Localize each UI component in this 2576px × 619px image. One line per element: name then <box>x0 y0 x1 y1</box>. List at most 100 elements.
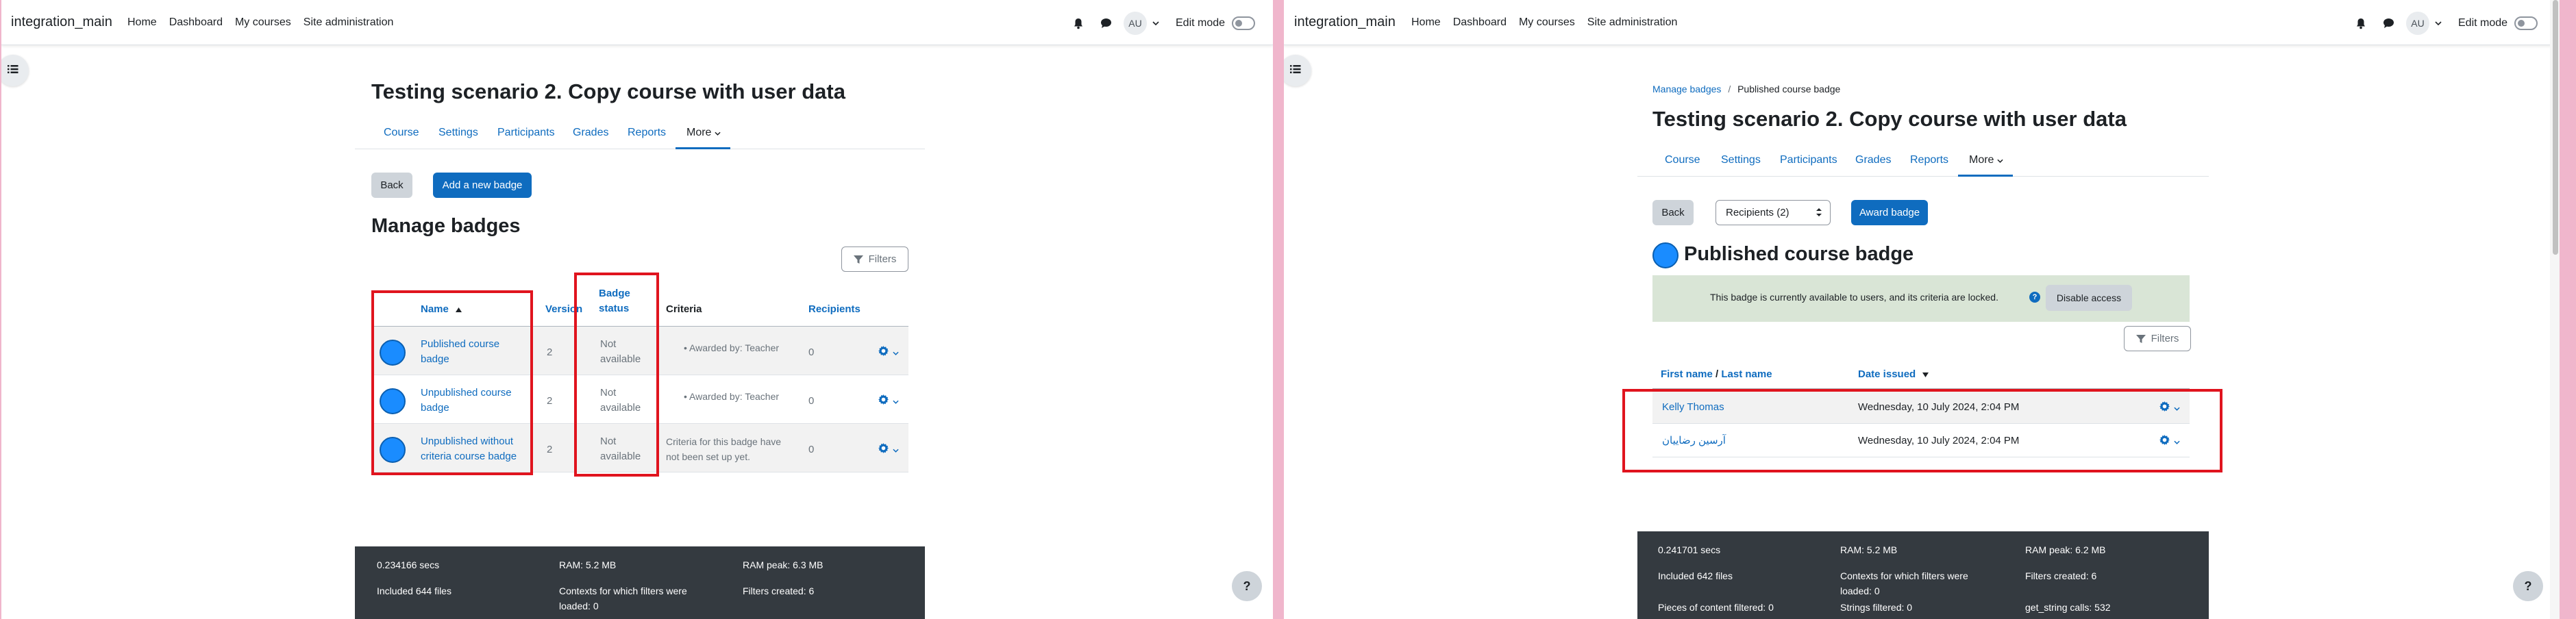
badge-status-alert: This badge is currently available to use… <box>1652 275 2190 322</box>
back-button[interactable]: Back <box>1652 200 1694 225</box>
site-brand[interactable]: integration_main <box>11 14 112 30</box>
tab-more[interactable]: More <box>1969 154 2003 166</box>
footer-ram-peak: RAM peak: 6.3 MB <box>743 559 823 570</box>
award-badge-button[interactable]: Award badge <box>1851 200 1928 225</box>
badge-recipients-count: 0 <box>808 395 815 407</box>
messages-chat-icon[interactable] <box>1095 12 1117 34</box>
footer-strings-filtered: Strings filtered: 0 <box>1840 602 1913 613</box>
filter-funnel-icon <box>853 255 863 264</box>
nav-site-administration[interactable]: Site administration <box>304 16 394 29</box>
edit-mode-label: Edit mode <box>2458 17 2508 29</box>
footer-ram-peak: RAM peak: 6.2 MB <box>2025 544 2106 555</box>
nav-my-courses[interactable]: My courses <box>1519 16 1575 29</box>
badge-name-link[interactable]: Published course badge <box>421 337 499 367</box>
badge-name-link[interactable]: Unpublished without criteria course badge <box>421 434 517 464</box>
active-tab-indicator <box>676 147 730 149</box>
footer-filters-created: Filters created: 6 <box>743 585 815 596</box>
user-avatar[interactable]: AU <box>2406 12 2429 35</box>
footer-pieces-filtered: Pieces of content filtered: 0 <box>1658 602 1774 613</box>
row-actions-menu[interactable] <box>878 346 899 359</box>
row-actions-menu[interactable] <box>2159 401 2180 415</box>
help-button[interactable]: ? <box>2513 571 2543 601</box>
col-header-name[interactable]: Name <box>421 302 462 317</box>
tab-settings[interactable]: Settings <box>438 127 478 139</box>
filters-button[interactable]: Filters <box>841 247 908 272</box>
recipient-name-link[interactable]: آرسین رضاییان <box>1662 433 1726 449</box>
tab-more[interactable]: More <box>686 127 721 139</box>
footer-contexts: Contexts for which filters were loaded: 0 <box>559 585 687 611</box>
course-secondary-navigation: Course Settings Participants Grades Repo… <box>1637 145 2209 177</box>
tab-reports[interactable]: Reports <box>628 127 666 139</box>
badge-image <box>1652 242 1679 268</box>
col-header-version[interactable]: Version <box>545 302 582 317</box>
recipients-select[interactable]: Recipients (2) <box>1716 200 1831 225</box>
tab-participants[interactable]: Participants <box>497 127 555 139</box>
tab-course[interactable]: Course <box>384 127 419 139</box>
list-icon <box>8 64 18 77</box>
footer-filters-created: Filters created: 6 <box>2025 570 2097 581</box>
filters-label: Filters <box>2151 333 2179 344</box>
badge-version: 2 <box>547 444 553 455</box>
col-header-criteria: Criteria <box>666 303 702 315</box>
tab-grades[interactable]: Grades <box>1855 154 1891 166</box>
help-info-icon[interactable]: ? <box>2029 292 2040 303</box>
chevron-down-icon[interactable] <box>2435 21 2442 25</box>
sort-first-name[interactable]: First name <box>1661 368 1713 380</box>
scrollbar-thumb[interactable] <box>2553 0 2558 255</box>
footer-secs: 0.241701 secs <box>1658 544 1721 555</box>
course-index-drawer-toggle[interactable] <box>1 55 29 86</box>
tab-participants[interactable]: Participants <box>1780 154 1837 166</box>
col-header-recipients[interactable]: Recipients <box>808 302 860 317</box>
badge-name-link[interactable]: Unpublished course badge <box>421 386 512 416</box>
badge-status: Not available <box>600 338 641 365</box>
messages-chat-icon[interactable] <box>2377 12 2399 34</box>
badge-criteria: • Awarded by: Teacher <box>684 391 780 402</box>
tab-course[interactable]: Course <box>1665 154 1700 166</box>
col-header-name[interactable]: First name / Last name <box>1661 367 1772 382</box>
filters-button[interactable]: Filters <box>2124 326 2191 351</box>
nav-home[interactable]: Home <box>1411 16 1441 29</box>
col-header-date-issued[interactable]: Date issued <box>1858 367 1929 382</box>
tab-grades[interactable]: Grades <box>573 127 608 139</box>
sort-last-name[interactable]: Last name <box>1721 368 1772 380</box>
footer-files: Included 642 files <box>1658 570 1733 581</box>
footer-get-string-calls: get_string calls: 532 <box>2025 602 2111 613</box>
date-issued: Wednesday, 10 July 2024, 2:04 PM <box>1858 435 2020 446</box>
nav-dashboard[interactable]: Dashboard <box>169 16 223 29</box>
breadcrumb-manage-badges[interactable]: Manage badges <box>1652 84 1721 94</box>
nav-dashboard[interactable]: Dashboard <box>1453 16 1507 29</box>
chevron-down-icon <box>2174 435 2180 448</box>
filters-label: Filters <box>868 253 897 265</box>
recipient-name-link[interactable]: Kelly Thomas <box>1662 400 1724 415</box>
page-scrollbar[interactable] <box>2550 0 2560 619</box>
site-brand[interactable]: integration_main <box>1294 14 1396 30</box>
help-button[interactable]: ? <box>1232 571 1262 601</box>
tab-reports[interactable]: Reports <box>1910 154 1948 166</box>
back-button[interactable]: Back <box>371 173 412 198</box>
chevron-down-icon[interactable] <box>1152 21 1159 25</box>
row-actions-menu[interactable] <box>878 443 899 457</box>
disable-access-button[interactable]: Disable access <box>2046 285 2132 311</box>
edit-mode-toggle[interactable] <box>2514 16 2538 30</box>
nav-my-courses[interactable]: My courses <box>235 16 291 29</box>
row-actions-menu[interactable] <box>2159 435 2180 449</box>
edit-mode-toggle[interactable] <box>1232 16 1256 30</box>
row-divider <box>1652 423 2190 424</box>
tab-settings[interactable]: Settings <box>1721 154 1761 166</box>
user-avatar[interactable]: AU <box>1124 12 1147 35</box>
chevron-down-icon <box>893 444 899 456</box>
course-index-drawer-toggle[interactable] <box>1284 55 1311 86</box>
nav-site-administration[interactable]: Site administration <box>1587 16 1678 29</box>
badge-heading: Published course badge <box>1684 243 1914 265</box>
list-icon <box>1290 64 1301 77</box>
row-actions-menu[interactable] <box>878 394 899 408</box>
gear-icon <box>2159 401 2170 415</box>
badge-status: Not available <box>600 435 641 462</box>
manage-badges-heading: Manage badges <box>371 215 521 237</box>
notifications-bell-icon[interactable] <box>2350 12 2372 34</box>
nav-home[interactable]: Home <box>127 16 157 29</box>
notifications-bell-icon[interactable] <box>1067 12 1089 34</box>
col-header-badge-status[interactable]: Badge status <box>599 286 630 316</box>
badge-image <box>380 388 406 414</box>
add-new-badge-button[interactable]: Add a new badge <box>433 173 532 198</box>
